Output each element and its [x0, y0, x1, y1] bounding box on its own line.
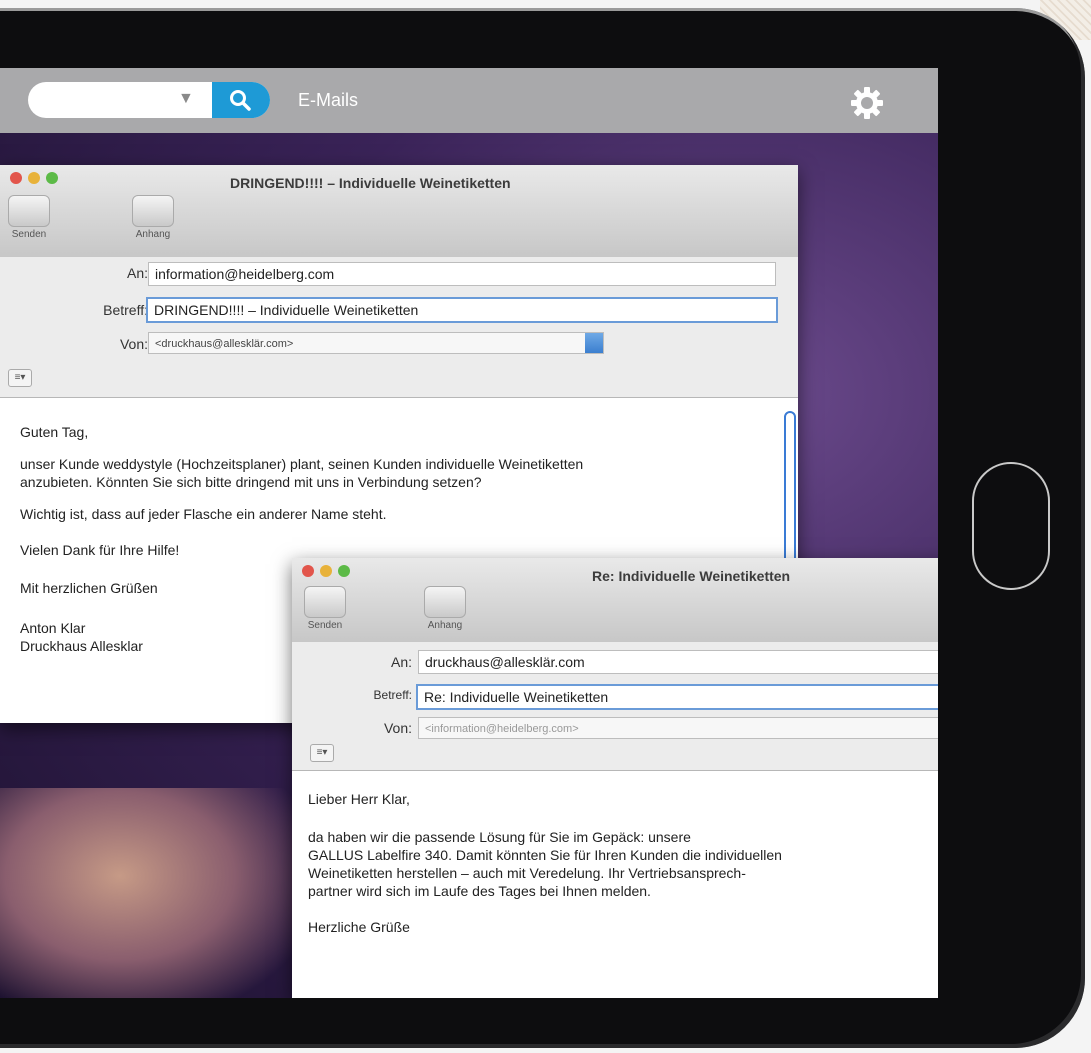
attach-label: Anhang	[427, 620, 463, 631]
tablet-screen: ▼ E-Mails DRINGEND!!!! – Individuelle We…	[0, 68, 938, 998]
body-line: GALLUS Labelfire 340. Damit könnten Sie …	[308, 847, 782, 863]
body-line: Lieber Herr Klar,	[308, 791, 410, 807]
from-select[interactable]: <druckhaus@allesklär.com>	[148, 332, 604, 354]
format-button[interactable]: ≡▾	[310, 744, 334, 762]
window-titlebar: DRINGEND!!!! – Individuelle Weinetikette…	[0, 165, 798, 258]
select-arrows-icon	[585, 333, 603, 353]
traffic-lights	[302, 564, 356, 582]
close-button[interactable]	[302, 565, 314, 577]
body-line: da haben wir die passende Lösung für Sie…	[308, 829, 691, 845]
subject-field[interactable]: Re: Individuelle Weinetiketten	[416, 684, 938, 710]
send-label: Senden	[307, 620, 343, 631]
from-label: Von:	[119, 336, 148, 352]
to-field[interactable]: druckhaus@allesklär.com	[418, 650, 938, 674]
mail-reply-window: Re: Individuelle Weinetiketten Senden An…	[292, 558, 938, 998]
traffic-lights	[10, 171, 64, 189]
minimize-button[interactable]	[320, 565, 332, 577]
from-select[interactable]: <information@heidelberg.com>	[418, 717, 938, 739]
top-bar: ▼ E-Mails	[0, 68, 938, 133]
wallpaper-glow	[0, 788, 300, 998]
body-line: anzubieten. Könnten Sie sich bitte dring…	[20, 474, 482, 490]
to-label: An:	[390, 654, 412, 670]
body-line: Weinetiketten herstellen – auch mit Vere…	[308, 865, 746, 881]
body-line: unser Kunde weddystyle (Hochzeitsplaner)…	[20, 456, 584, 472]
mail-header: An: druckhaus@allesklär.com Betreff: Re:…	[292, 642, 938, 771]
body-line: partner wird sich im Laufe des Tages bei…	[308, 883, 651, 899]
zoom-button[interactable]	[46, 172, 58, 184]
close-button[interactable]	[10, 172, 22, 184]
subject-label: Betreff:	[373, 688, 412, 702]
send-icon	[304, 586, 346, 618]
from-label: Von:	[383, 720, 412, 736]
paperclip-icon	[132, 195, 174, 227]
body-line: Mit herzlichen Grüßen	[20, 580, 158, 596]
minimize-button[interactable]	[28, 172, 40, 184]
send-button[interactable]: Senden	[8, 195, 50, 240]
search-dropdown-arrow[interactable]: ▼	[178, 90, 194, 108]
to-field[interactable]: information@heidelberg.com	[148, 262, 776, 286]
gear-icon[interactable]	[850, 86, 884, 120]
attach-button[interactable]: Anhang	[132, 195, 174, 240]
body-line: Guten Tag,	[20, 424, 89, 440]
window-title: Re: Individuelle Weinetiketten	[592, 568, 791, 584]
attach-button[interactable]: Anhang	[424, 586, 466, 631]
body-line: Herzliche Grüße	[308, 919, 410, 935]
subject-label: Betreff:	[103, 302, 148, 318]
send-icon	[8, 195, 50, 227]
send-button[interactable]: Senden	[304, 586, 346, 631]
search-button[interactable]	[212, 82, 270, 118]
subject-field[interactable]: DRINGEND!!!! – Individuelle Weinetikette…	[146, 297, 778, 323]
format-button[interactable]: ≡▾	[8, 369, 32, 387]
home-button[interactable]	[972, 462, 1050, 590]
to-label: An:	[126, 265, 148, 281]
window-title: DRINGEND!!!! – Individuelle Weinetikette…	[230, 175, 511, 191]
page-title: E-Mails	[298, 90, 359, 110]
paperclip-icon	[424, 586, 466, 618]
send-label: Senden	[11, 229, 47, 240]
search-icon	[230, 90, 251, 111]
body-line: Wichtig ist, dass auf jeder Flasche ein …	[20, 506, 387, 522]
zoom-button[interactable]	[338, 565, 350, 577]
attach-label: Anhang	[135, 229, 171, 240]
body-line: Druckhaus Allesklar	[20, 638, 143, 654]
window-titlebar: Re: Individuelle Weinetiketten Senden An…	[292, 558, 938, 643]
from-value: <druckhaus@allesklär.com>	[155, 338, 294, 350]
body-line: Anton Klar	[20, 620, 86, 636]
search-box[interactable]: ▼	[28, 82, 270, 118]
body-line: Vielen Dank für Ihre Hilfe!	[20, 542, 180, 558]
mail-header: An: information@heidelberg.com Betreff: …	[0, 257, 798, 398]
from-value: <information@heidelberg.com>	[425, 723, 579, 735]
